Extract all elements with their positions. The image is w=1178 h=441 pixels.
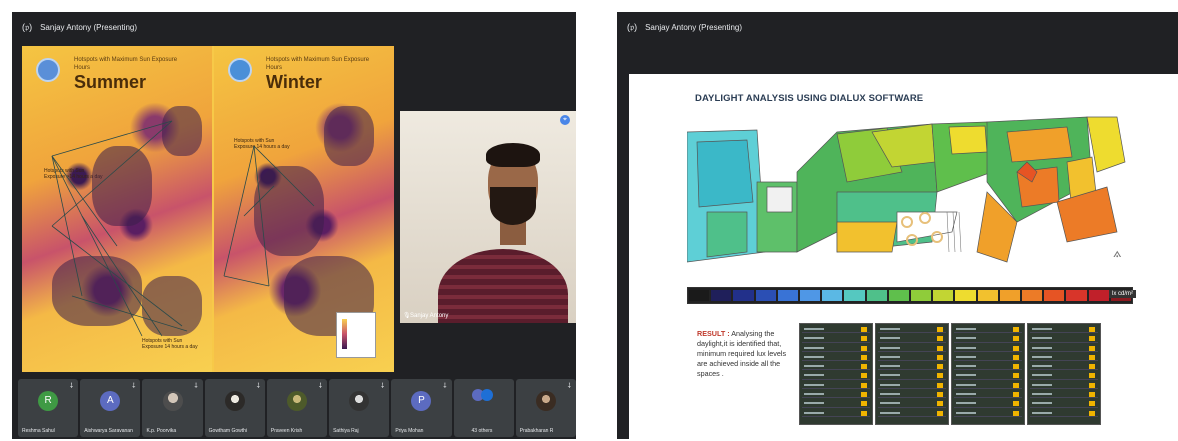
scale-swatch xyxy=(933,290,954,301)
presenter-bar: (𝔭) Sanjay Antony (Presenting) xyxy=(12,12,576,42)
map-legend xyxy=(336,312,376,358)
person-hair xyxy=(486,143,540,167)
scale-swatch xyxy=(955,290,976,301)
scale-swatch xyxy=(1022,290,1043,301)
avatar xyxy=(480,389,493,401)
others-label: 43 others xyxy=(471,428,493,434)
hotspot-lines xyxy=(51,120,188,337)
meet-window-right: (𝔭) Sanjay Antony (Presenting) DAYLIGHT … xyxy=(617,12,1178,439)
scale-swatch xyxy=(800,290,821,301)
participant-name: Priya Mohan xyxy=(395,428,424,434)
participant-name: Sathiya Raj xyxy=(333,428,359,434)
participant-strip: ⸸ R Reshma Sahul ⸸ A Aishwarya Saravanan… xyxy=(18,379,576,439)
video-name-label: Sanjay Antony xyxy=(410,313,449,319)
presenter-video-tile[interactable]: ⌖ 🎙 Sanjay Antony xyxy=(400,111,576,323)
room-results-table xyxy=(875,323,949,425)
lux-unit-label: lx cd/m² xyxy=(1109,290,1136,298)
scale-swatch xyxy=(999,290,1021,301)
mic-off-icon: ⸸ xyxy=(318,383,323,390)
mic-off-icon: ⸸ xyxy=(194,383,198,390)
avatar xyxy=(224,391,245,411)
participant-tile[interactable]: ⸸ K.p. Poorvika xyxy=(142,379,203,437)
pin-icon[interactable]: ⌖ xyxy=(560,115,570,125)
room-results-table xyxy=(1027,323,1101,425)
scale-swatch xyxy=(689,290,710,301)
avatar xyxy=(162,391,183,411)
participant-tile[interactable]: ⸸ P Priya Mohan xyxy=(391,379,452,437)
participant-name: K.p. Poorvika xyxy=(146,428,177,434)
room-results-table xyxy=(951,323,1025,425)
scale-swatch xyxy=(888,290,910,301)
presenter-label: Sanjay Antony (Presenting) xyxy=(645,22,743,32)
participant-name: Aishwarya Saravanan xyxy=(84,428,133,434)
person-beard xyxy=(490,187,536,225)
presenter-bar: (𝔭) Sanjay Antony (Presenting) xyxy=(617,12,1178,42)
meet-window-left: (𝔭) Sanjay Antony (Presenting) Hotspots … xyxy=(12,12,576,439)
legend-gradient xyxy=(342,319,347,349)
shared-slide: DAYLIGHT ANALYSIS USING DIALUX SOFTWARE xyxy=(629,74,1178,439)
presenter-label: Sanjay Antony (Presenting) xyxy=(40,22,138,32)
others-tile[interactable]: 43 others xyxy=(453,379,514,437)
participant-tile[interactable]: ⸸ Praveen Krish xyxy=(266,379,328,437)
summer-panel: Hotspots with Maximum Sun Exposure Hours… xyxy=(22,46,212,372)
scale-swatch xyxy=(911,290,932,301)
scale-swatch xyxy=(822,290,843,301)
scale-swatch xyxy=(755,290,776,301)
others-avatars xyxy=(471,389,493,401)
participant-name: Gowtham Gowthi xyxy=(208,428,248,434)
presenting-icon: (𝔭) xyxy=(22,21,33,32)
avatar: R xyxy=(38,391,59,411)
scale-swatch xyxy=(1044,290,1065,301)
avatar: P xyxy=(411,391,432,411)
participant-name: Reshma Sahul xyxy=(22,428,55,434)
scale-swatch xyxy=(733,290,754,301)
avatar: A xyxy=(100,391,121,411)
mic-off-icon: ⸸ xyxy=(381,383,385,390)
participant-name: Prabakharan R xyxy=(519,428,554,434)
scale-swatch xyxy=(711,290,732,301)
room-results-table xyxy=(799,323,873,425)
mic-off-icon: ⸸ xyxy=(69,383,74,390)
winter-panel: Hotspots with Maximum Sun Exposure Hours… xyxy=(214,46,394,372)
avatar xyxy=(349,391,370,411)
lux-color-scale xyxy=(687,287,1133,304)
scale-swatch xyxy=(1088,290,1109,301)
result-label: RESULT : xyxy=(697,329,730,338)
mic-off-icon: ⸸ xyxy=(443,383,447,390)
floor-plan-daylight-map xyxy=(687,116,1126,263)
north-arrow-icon: ⟑ xyxy=(1113,244,1122,260)
scale-swatch xyxy=(844,290,865,301)
participant-tile[interactable]: ⸸ R Reshma Sahul xyxy=(18,379,79,437)
slide-title: DAYLIGHT ANALYSIS USING DIALUX SOFTWARE xyxy=(695,93,924,104)
participant-tile[interactable]: ⸸ Prabakharan R xyxy=(515,379,576,437)
participant-tile[interactable]: ⸸ Gowtham Gowthi xyxy=(204,379,265,437)
scale-swatch xyxy=(1066,290,1087,301)
participant-name: Praveen Krish xyxy=(270,428,303,434)
avatar xyxy=(286,391,307,411)
shared-slide: Hotspots with Maximum Sun Exposure Hours… xyxy=(22,46,394,372)
scale-swatch xyxy=(777,290,799,301)
participant-tile[interactable]: ⸸ A Aishwarya Saravanan xyxy=(80,379,141,437)
mic-off-icon: ⸸ xyxy=(567,383,571,390)
scale-swatch xyxy=(977,290,998,301)
avatar xyxy=(535,391,556,411)
result-text: RESULT : Analysing the daylight,it is id… xyxy=(697,329,797,379)
mic-off-icon: ⸸ xyxy=(256,383,260,390)
presenting-icon: (𝔭) xyxy=(627,21,638,32)
participant-tile[interactable]: ⸸ Sathiya Raj xyxy=(329,379,390,437)
mic-off-icon: ⸸ xyxy=(132,383,136,390)
scale-swatch xyxy=(866,290,887,301)
